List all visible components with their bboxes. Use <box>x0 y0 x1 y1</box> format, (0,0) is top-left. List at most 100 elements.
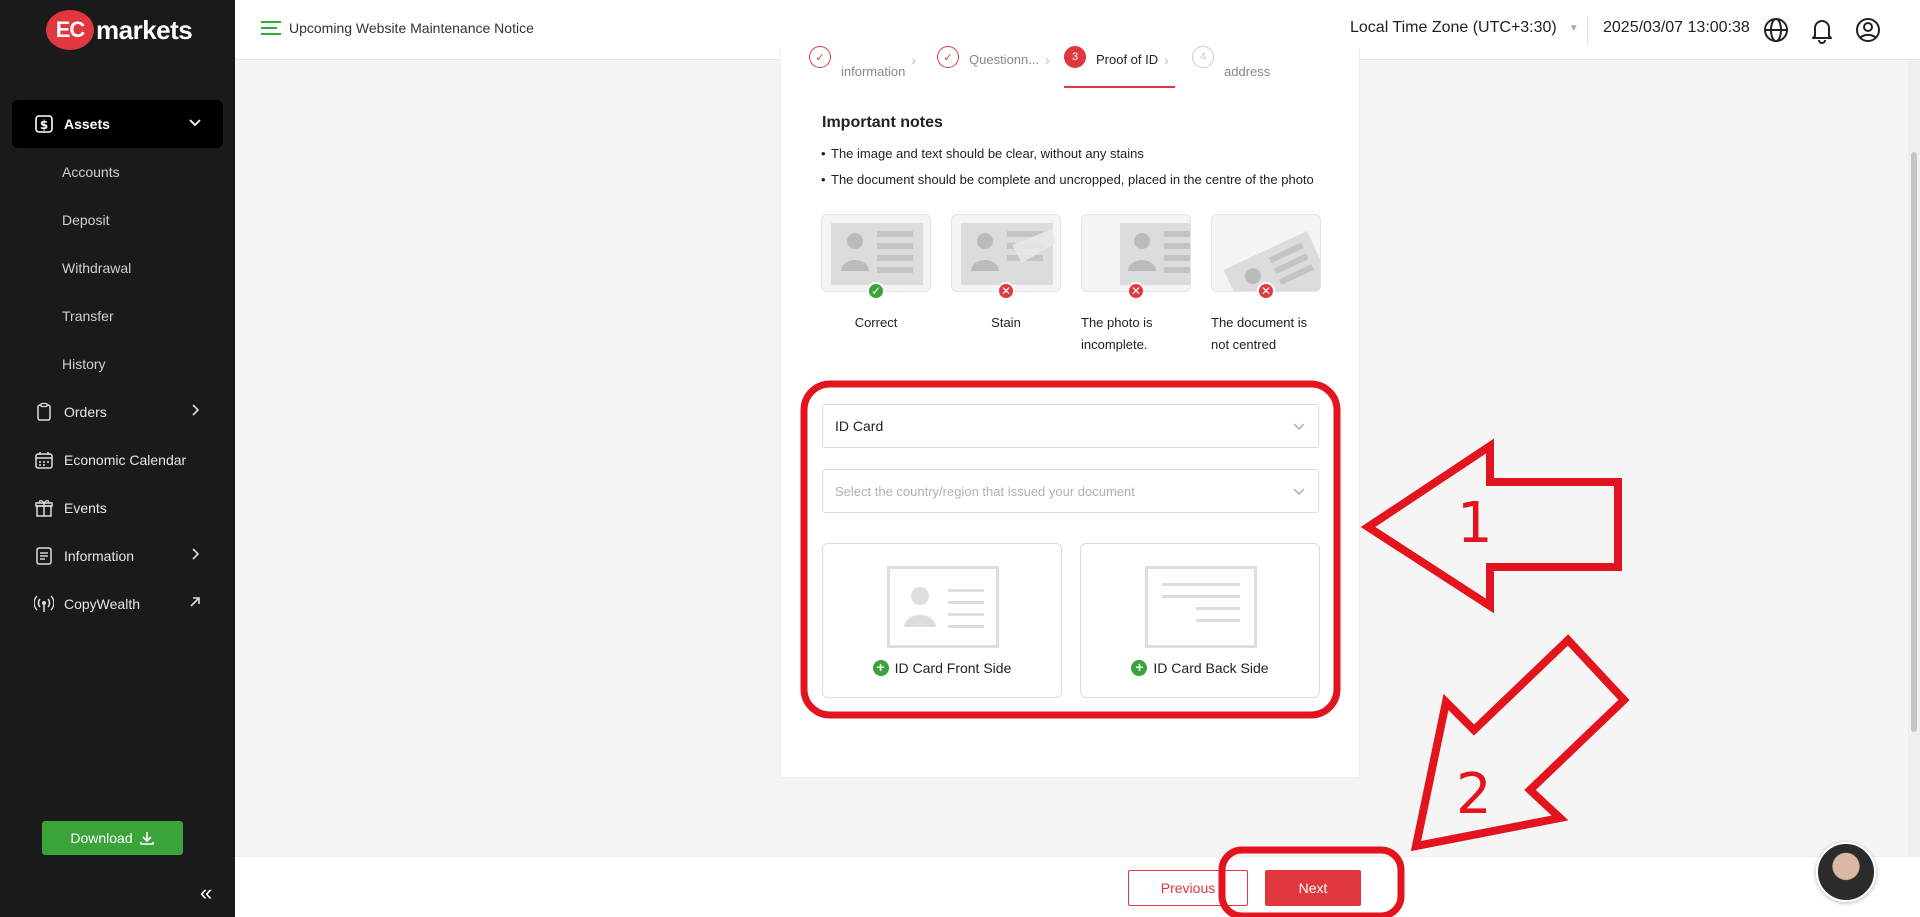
footer-bar: Previous Next <box>235 856 1920 917</box>
verification-card: ✓ information › ✓ Questionn... › 3 Proof… <box>780 46 1360 778</box>
document-type-select[interactable]: ID Card <box>822 404 1319 448</box>
gift-icon <box>34 498 54 518</box>
logo-mark: EC <box>46 10 94 50</box>
sidebar-item-information[interactable]: Information <box>0 532 235 580</box>
close-icon: ✕ <box>997 282 1015 300</box>
notice-text: Upcoming Website Maintenance Notice <box>289 20 534 36</box>
country-placeholder: Select the country/region that issued yo… <box>835 483 1135 499</box>
support-avatar[interactable] <box>1816 842 1876 902</box>
sidebar-item-withdrawal[interactable]: Withdrawal <box>0 244 235 292</box>
sidebar-item-economic-calendar[interactable]: Economic Calendar <box>0 436 235 484</box>
step-address[interactable]: 4 address <box>1192 46 1271 79</box>
sidebar-item-accounts[interactable]: Accounts <box>0 148 235 196</box>
document-icon <box>34 546 54 566</box>
close-icon: ✕ <box>1257 282 1275 300</box>
clipboard-icon <box>34 402 54 422</box>
bell-icon[interactable] <box>1808 16 1836 44</box>
sidebar-item-label: CopyWealth <box>64 596 141 612</box>
step-label: Proof of ID <box>1096 52 1159 67</box>
id-card-illustration <box>1211 214 1321 292</box>
chevron-down-icon <box>189 119 201 127</box>
chevron-right-icon: › <box>911 52 916 68</box>
sidebar: EC markets $ Assets Accounts Deposit Wit… <box>0 0 235 917</box>
annotation-label-1: 1 <box>1457 491 1493 556</box>
step-number: 3 <box>1064 46 1086 68</box>
close-icon: ✕ <box>1127 282 1145 300</box>
sidebar-item-events[interactable]: Events <box>0 484 235 532</box>
upload-back-caption: + ID Card Back Side <box>1081 660 1319 676</box>
sidebar-item-history[interactable]: History <box>0 340 235 388</box>
next-button[interactable]: Next <box>1265 870 1361 906</box>
step-proof-of-id[interactable]: 3 Proof of ID › <box>1064 46 1169 68</box>
note-item: The image and text should be clear, with… <box>821 144 1321 164</box>
sidebar-item-label: Economic Calendar <box>64 452 187 468</box>
download-button[interactable]: Download <box>42 821 183 855</box>
sidebar-item-deposit[interactable]: Deposit <box>0 196 235 244</box>
country-select[interactable]: Select the country/region that issued yo… <box>822 469 1319 513</box>
upload-front-caption: + ID Card Front Side <box>823 660 1061 676</box>
chevron-right-icon <box>192 404 200 416</box>
step-label: information <box>841 64 906 79</box>
dollar-icon: $ <box>34 114 54 134</box>
upload-front-side[interactable]: + ID Card Front Side <box>822 543 1062 698</box>
sidebar-item-label: Events <box>64 500 107 516</box>
chevron-right-icon: › <box>1045 52 1050 68</box>
svg-text:$: $ <box>40 118 48 132</box>
check-icon: ✓ <box>867 282 885 300</box>
globe-icon[interactable] <box>1762 16 1790 44</box>
annotation-arrow-diagonal <box>1410 634 1630 852</box>
chevron-down-icon <box>1293 423 1305 430</box>
logo-text: markets <box>96 14 193 45</box>
important-notes-title: Important notes <box>822 114 943 131</box>
menu-icon <box>261 21 281 35</box>
header-divider <box>1587 16 1588 44</box>
step-questionnaire[interactable]: ✓ Questionn... › <box>937 46 1050 68</box>
sidebar-item-orders[interactable]: Orders <box>0 388 235 436</box>
sidebar-item-label: Orders <box>64 404 107 420</box>
example-label: The document is not centred <box>1211 315 1308 352</box>
sidebar-item-label: Assets <box>64 116 110 132</box>
id-back-placeholder-icon <box>1145 566 1257 648</box>
id-front-placeholder-icon <box>887 566 999 648</box>
example-correct: ✓ Correct <box>821 214 931 334</box>
logo[interactable]: EC markets <box>46 10 193 50</box>
sidebar-item-transfer[interactable]: Transfer <box>0 292 235 340</box>
step-label: address <box>1224 64 1271 79</box>
example-label: Stain <box>991 315 1021 330</box>
caret-down-icon: ▼ <box>1568 22 1579 34</box>
sidebar-item-copywealth[interactable]: CopyWealth <box>0 580 235 628</box>
check-icon: ✓ <box>937 46 959 68</box>
example-label: Correct <box>854 315 898 330</box>
sidebar-item-label: Information <box>64 548 135 564</box>
step-label: Questionn... <box>969 52 1040 67</box>
example-label: The photo is incomplete. <box>1081 315 1153 352</box>
chevron-right-icon: › <box>1164 52 1169 68</box>
timezone-select[interactable]: Local Time Zone (UTC+3:30) ▼ <box>1350 19 1579 37</box>
user-icon[interactable] <box>1854 16 1882 44</box>
sidebar-item-assets[interactable]: $ Assets <box>12 100 223 148</box>
sidebar-nav: $ Assets Accounts Deposit Withdrawal Tra… <box>0 100 235 628</box>
upload-back-side[interactable]: + ID Card Back Side <box>1080 543 1320 698</box>
calendar-icon <box>34 450 54 470</box>
example-incomplete: ✕ The photo is incomplete. <box>1081 214 1191 356</box>
chevron-down-icon <box>1293 488 1305 495</box>
timezone-value: Local Time Zone (UTC+3:30) <box>1350 19 1557 36</box>
current-datetime: 2025/03/07 13:00:38 <box>1603 19 1750 36</box>
maintenance-notice[interactable]: Upcoming Website Maintenance Notice <box>261 20 534 36</box>
example-not-centred: ✕ The document is not centred <box>1211 214 1321 356</box>
active-step-indicator <box>1064 86 1175 88</box>
id-card-illustration <box>1081 214 1191 292</box>
previous-button[interactable]: Previous <box>1128 870 1248 906</box>
scrollbar-thumb[interactable] <box>1911 152 1917 732</box>
collapse-sidebar-icon[interactable]: « <box>200 880 220 905</box>
chevron-right-icon <box>192 548 200 560</box>
document-type-value: ID Card <box>835 418 884 434</box>
id-card-illustration <box>821 214 931 292</box>
scrollbar[interactable] <box>1908 60 1920 856</box>
external-link-icon <box>190 597 200 607</box>
example-stain: ✕ Stain <box>951 214 1061 334</box>
step-information[interactable]: ✓ information › <box>809 46 916 79</box>
plus-icon: + <box>1131 660 1148 676</box>
download-label: Download <box>70 830 133 846</box>
example-images: ✓ Correct ✕ Stain ✕ The photo is incompl… <box>821 214 1321 354</box>
